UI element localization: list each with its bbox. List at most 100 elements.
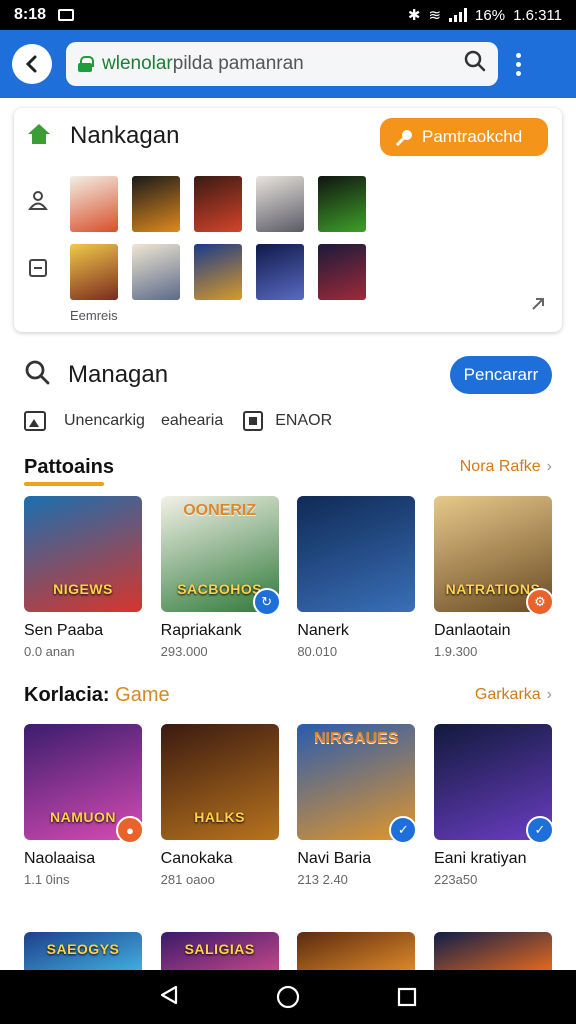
nav-home-button[interactable]	[276, 985, 300, 1009]
section-header-2: Korlacia: Game Garkarka ›	[24, 680, 552, 710]
filter-second[interactable]: eahearia	[161, 412, 223, 430]
game-tile[interactable]	[297, 932, 416, 972]
image-icon[interactable]	[24, 411, 46, 431]
cover-banner-text: HALKS	[194, 809, 246, 825]
game-tile[interactable]: SALIGIAS	[160, 932, 279, 972]
key-action-button[interactable]: Pamtraokchd	[380, 118, 548, 156]
battery-text: 16%	[475, 6, 506, 24]
game-thumb[interactable]	[194, 176, 242, 232]
signal-icon	[449, 8, 468, 22]
game-cover-image[interactable]: NIGEWS	[24, 496, 142, 612]
section-underline	[24, 482, 104, 486]
section-title-main: Korlacia:	[24, 683, 110, 706]
game-tile[interactable]: ✓ Eani kratiyan 223a50	[433, 724, 554, 887]
home-icon	[28, 124, 50, 146]
game-thumb[interactable]	[70, 244, 118, 300]
game-thumb[interactable]	[132, 176, 180, 232]
game-thumb[interactable]	[318, 244, 366, 300]
cover-top-text: OONERIZ	[183, 502, 257, 519]
featured-card: Nankagan Pamtraokchd Eemreis	[14, 108, 562, 332]
game-grid-2: NAMUON ● Naolaaisa 1.1 0ins HALKS Canokaka 281…	[24, 724, 554, 887]
game-meta: 0.0 anan	[24, 644, 75, 659]
game-cover-image[interactable]: SAEOGYS	[24, 932, 142, 972]
status-bar: 8:18 ✱ ≋ 16% 1.6:311	[0, 0, 576, 30]
filter-row: Unencarkig eahearia ENAOR	[24, 406, 332, 436]
more-options-icon[interactable]	[516, 52, 521, 76]
game-tile[interactable]: HALKS Canokaka 281 oaoo	[160, 724, 279, 887]
game-thumb[interactable]	[318, 176, 366, 232]
card-title: Nankagan	[70, 122, 180, 149]
section-more-link[interactable]: Garkarka ›	[475, 686, 552, 704]
game-title: Eani kratiyan	[433, 850, 527, 867]
cover-top-text: NIRGAUES	[314, 730, 399, 747]
game-tile[interactable]: NAMUON ● Naolaaisa 1.1 0ins	[24, 724, 144, 887]
filter-third[interactable]: ENAOR	[275, 412, 332, 430]
section-title: Pattoains	[24, 455, 115, 478]
game-cover-image[interactable]: HALKS	[160, 724, 279, 840]
square-recents-icon	[397, 987, 417, 1007]
game-meta: 1.9.300	[433, 644, 478, 659]
url-text: wlenolarpilda pamanran	[102, 53, 304, 75]
game-cover-image[interactable]: SALIGIAS	[160, 932, 279, 972]
chevron-right-icon: ›	[546, 458, 552, 475]
game-title: Navi Baria	[297, 850, 372, 867]
section-more-link[interactable]: Nora Rafke ›	[460, 458, 552, 476]
game-thumb[interactable]	[132, 244, 180, 300]
game-tile[interactable]: Nanerk 80.010	[297, 496, 416, 659]
section-more-label: Nora Rafke	[459, 458, 541, 475]
game-meta: 80.010	[297, 644, 338, 659]
filter-first[interactable]: Unencarkig	[64, 412, 145, 430]
game-thumb[interactable]	[256, 176, 304, 232]
game-thumb[interactable]	[194, 244, 242, 300]
game-tile[interactable]: NATRATIONS ⚙ Danlaotain 1.9.300	[433, 496, 554, 659]
back-button[interactable]	[12, 44, 52, 84]
status-clock: 1.6:311	[513, 6, 562, 24]
notification-icon	[58, 9, 75, 21]
box-icon[interactable]	[243, 411, 264, 431]
lock-icon	[78, 56, 94, 72]
chevron-left-icon	[25, 55, 37, 73]
badge-icon: ✓	[525, 816, 554, 844]
game-thumb[interactable]	[256, 244, 304, 300]
url-bar[interactable]: wlenolarpilda pamanran	[66, 42, 498, 86]
game-tile[interactable]: OONERIZ SACBOHOS ↻ Rapriakank 293.000	[160, 496, 281, 659]
nav-recents-button[interactable]	[396, 986, 418, 1008]
search-icon[interactable]	[24, 359, 50, 392]
nav-back-button[interactable]	[158, 984, 180, 1011]
share-icon[interactable]	[528, 294, 548, 319]
badge-icon: ●	[116, 816, 144, 844]
status-time: 8:18	[14, 6, 47, 23]
game-tile[interactable]: SAEOGYS	[24, 932, 142, 972]
game-grid-3: SAEOGYS SALIGIAS	[24, 932, 552, 972]
game-meta: 223a50	[433, 872, 478, 887]
system-nav-bar	[0, 970, 576, 1024]
search-title: Managan	[68, 361, 169, 388]
url-path: pilda pamanran	[172, 53, 304, 74]
cover-banner-text: SAEOGYS	[46, 941, 120, 957]
triangle-back-icon	[160, 985, 178, 1004]
game-title: Nanerk	[297, 622, 349, 639]
status-right: ✱ ≋ 16% 1.6:311	[407, 6, 562, 25]
game-cover-image[interactable]	[297, 496, 416, 612]
game-grid-1: NIGEWS Sen Paaba 0.0 anan OONERIZ SACBOHOS ↻ R…	[24, 496, 554, 659]
badge-icon: ✓	[389, 816, 418, 844]
game-cover-image[interactable]	[297, 932, 416, 972]
browser-toolbar: wlenolarpilda pamanran	[0, 30, 576, 98]
bluetooth-icon: ✱	[407, 7, 421, 24]
chevron-right-icon: ›	[546, 686, 552, 703]
game-tile[interactable]: NIGEWS Sen Paaba 0.0 anan	[24, 496, 142, 659]
game-meta: 293.000	[160, 644, 208, 659]
game-thumb[interactable]	[70, 176, 118, 232]
search-icon[interactable]	[464, 50, 486, 78]
thumb-row-1	[70, 176, 366, 232]
cover-banner-text: NIGEWS	[53, 581, 113, 597]
game-cover-image[interactable]	[433, 932, 552, 972]
game-tile[interactable]	[433, 932, 552, 972]
search-button[interactable]: Pencararr	[450, 356, 552, 394]
game-title: Danlaotain	[433, 622, 511, 639]
game-tile[interactable]: NIRGAUES ✓ Navi Baria 213 2.40	[297, 724, 418, 887]
game-meta: 281 oaoo	[160, 872, 215, 887]
game-meta: 213 2.40	[297, 872, 348, 887]
search-row: Managan Pencararr	[0, 352, 576, 398]
user-icon	[28, 190, 48, 210]
